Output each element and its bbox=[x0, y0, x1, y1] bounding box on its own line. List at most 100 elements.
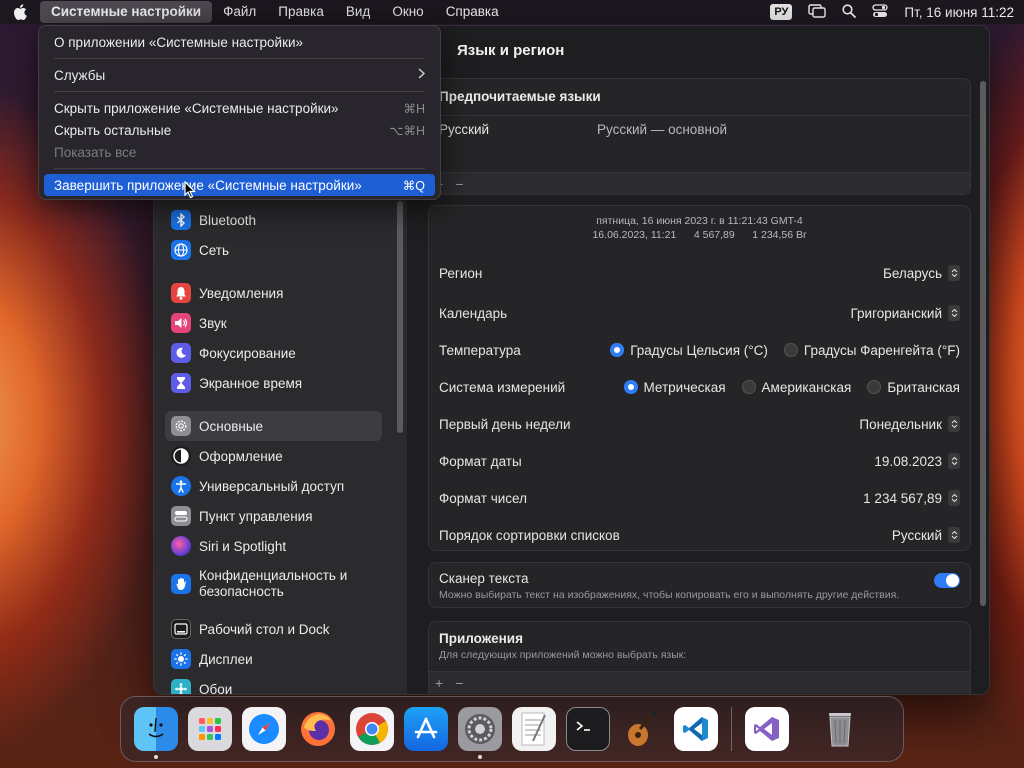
menu-hide-others-label: Скрыть остальные bbox=[54, 122, 172, 138]
terminal-icon[interactable] bbox=[566, 707, 610, 751]
sidebar-item-notifications[interactable]: Уведомления bbox=[165, 278, 382, 308]
menu-edit[interactable]: Правка bbox=[267, 1, 335, 23]
menu-help[interactable]: Справка bbox=[435, 1, 510, 23]
sidebar-item-desktop-dock[interactable]: Рабочий стол и Dock bbox=[165, 614, 382, 644]
sidebar-item-label: Обои bbox=[199, 681, 233, 695]
sidebar-item-displays[interactable]: Дисплеи bbox=[165, 644, 382, 674]
appearance-icon bbox=[171, 446, 191, 466]
chrome-icon[interactable] bbox=[350, 707, 394, 751]
apple-menu-icon[interactable] bbox=[0, 0, 40, 24]
control-center-icon[interactable] bbox=[872, 3, 889, 21]
app-store-icon[interactable] bbox=[404, 707, 448, 751]
sidebar-item-label: Фокусирование bbox=[199, 345, 296, 361]
region-row: Регион Беларусь bbox=[439, 260, 960, 286]
sidebar-item-label: Экранное время bbox=[199, 375, 303, 391]
temperature-celsius-radio[interactable]: Градусы Цельсия (°C) bbox=[610, 343, 768, 358]
sidebar-item-wallpaper[interactable]: Обои bbox=[165, 674, 382, 695]
radio-unselected bbox=[741, 380, 756, 394]
preferred-languages-group: Предпочитаемые языки Русский Русский — о… bbox=[428, 78, 971, 195]
measurement-us-radio[interactable]: Американская bbox=[741, 380, 851, 395]
menu-separator bbox=[54, 91, 425, 92]
textedit-icon[interactable] bbox=[512, 707, 556, 751]
safari-icon[interactable] bbox=[242, 707, 286, 751]
globe-icon bbox=[171, 240, 191, 260]
gear-icon bbox=[171, 416, 191, 436]
sidebar-scrollbar[interactable] bbox=[397, 201, 403, 433]
remove-language-button[interactable]: − bbox=[455, 176, 463, 192]
sidebar-item-focus[interactable]: Фокусирование bbox=[165, 338, 382, 368]
moon-icon bbox=[171, 343, 191, 363]
sidebar-item-control-center[interactable]: Пункт управления bbox=[165, 501, 382, 531]
trash-icon[interactable] bbox=[818, 707, 862, 751]
number-format-popup[interactable]: 1 234 567,89 bbox=[863, 490, 960, 506]
temperature-fahrenheit-radio[interactable]: Градусы Фаренгейта (°F) bbox=[783, 343, 960, 358]
measurement-metric-radio[interactable]: Метрическая bbox=[623, 379, 726, 395]
siri-icon bbox=[171, 536, 191, 556]
format-preview-line-2: 16.06.2023, 11:21 4 567,89 1 234,56 Br bbox=[592, 229, 807, 241]
measurement-uk-radio[interactable]: Британская bbox=[867, 380, 960, 395]
first-day-popup[interactable]: Понедельник bbox=[859, 416, 960, 432]
menu-about-item[interactable]: О приложении «Системные настройки» bbox=[44, 31, 435, 53]
menu-hide-others-shortcut: ⌥⌘H bbox=[389, 123, 425, 138]
input-source-badge[interactable]: РУ bbox=[770, 4, 793, 20]
measurement-metric-label: Метрическая bbox=[643, 379, 726, 395]
menu-bar: Системные настройки Файл Правка Вид Окно… bbox=[0, 0, 1024, 24]
language-row[interactable]: Русский Русский — основной bbox=[439, 116, 960, 142]
language-add-remove-bar: + − bbox=[429, 172, 970, 194]
system-settings-icon[interactable] bbox=[458, 707, 502, 759]
language-detail: Русский — основной bbox=[597, 121, 727, 137]
sidebar-item-general[interactable]: Основные bbox=[165, 411, 382, 441]
calendar-value: Григорианский bbox=[850, 305, 943, 321]
sidebar-item-accessibility[interactable]: Универсальный доступ bbox=[165, 471, 382, 501]
language-name: Русский bbox=[439, 121, 490, 137]
sidebar-item-network[interactable]: Сеть bbox=[165, 235, 382, 265]
menu-app-name[interactable]: Системные настройки bbox=[40, 1, 213, 23]
vscode-icon[interactable] bbox=[674, 707, 718, 751]
add-app-button[interactable]: + bbox=[435, 675, 443, 691]
sort-order-row: Порядок сортировки списков Русский bbox=[439, 522, 960, 548]
running-indicator bbox=[154, 755, 158, 759]
sidebar-item-label: Универсальный доступ bbox=[199, 478, 345, 494]
sidebar-item-sound[interactable]: Звук bbox=[165, 308, 382, 338]
sidebar-item-siri-spotlight[interactable]: Siri и Spotlight bbox=[165, 531, 382, 561]
menu-hide-item[interactable]: Скрыть приложение «Системные настройки» … bbox=[44, 97, 435, 119]
firefox-icon[interactable] bbox=[296, 707, 340, 751]
preferred-languages-title: Предпочитаемые языки bbox=[439, 89, 601, 104]
number-format-label: Формат чисел bbox=[439, 490, 527, 506]
sidebar-item-label: Сеть bbox=[199, 242, 230, 258]
menu-services-item[interactable]: Службы bbox=[44, 64, 435, 86]
hand-icon bbox=[171, 574, 191, 594]
screen-mirroring-icon[interactable] bbox=[808, 3, 827, 21]
sort-order-popup[interactable]: Русский bbox=[892, 527, 960, 543]
dock-separator bbox=[731, 707, 732, 751]
live-text-toggle[interactable] bbox=[934, 573, 960, 588]
content-scrollbar[interactable] bbox=[980, 81, 986, 606]
menu-quit-item[interactable]: Завершить приложение «Системные настройк… bbox=[44, 174, 435, 196]
launchpad-icon[interactable] bbox=[188, 707, 232, 751]
calendar-label: Календарь bbox=[439, 305, 508, 321]
sidebar-item-bluetooth[interactable]: Bluetooth bbox=[165, 205, 382, 235]
sidebar-item-privacy-security[interactable]: Конфиденциальность и безопасность bbox=[165, 564, 382, 604]
finder-icon[interactable] bbox=[134, 707, 178, 759]
garageband-icon[interactable] bbox=[620, 707, 664, 751]
calendar-row: Календарь Григорианский bbox=[439, 300, 960, 326]
remove-app-button[interactable]: − bbox=[455, 675, 463, 691]
running-indicator bbox=[478, 755, 482, 759]
radio-unselected bbox=[783, 343, 798, 357]
sidebar-item-appearance[interactable]: Оформление bbox=[165, 441, 382, 471]
date-format-popup[interactable]: 19.08.2023 bbox=[874, 453, 960, 469]
calendar-popup[interactable]: Григорианский bbox=[850, 305, 960, 321]
region-popup[interactable]: Беларусь bbox=[883, 265, 960, 281]
visual-studio-icon[interactable] bbox=[745, 707, 789, 751]
menu-view[interactable]: Вид bbox=[335, 1, 381, 23]
sidebar-item-label: Bluetooth bbox=[199, 212, 257, 228]
menu-window[interactable]: Окно bbox=[381, 1, 434, 23]
menu-clock[interactable]: Пт, 16 июня 11:22 bbox=[904, 5, 1014, 20]
spotlight-search-icon[interactable] bbox=[842, 3, 857, 21]
sidebar-item-label: Рабочий стол и Dock bbox=[199, 621, 330, 637]
first-day-value: Понедельник bbox=[859, 416, 942, 432]
number-format-row: Формат чисел 1 234 567,89 bbox=[439, 485, 960, 511]
sidebar-item-screen-time[interactable]: Экранное время bbox=[165, 368, 382, 398]
menu-file[interactable]: Файл bbox=[212, 1, 267, 23]
menu-hide-others-item[interactable]: Скрыть остальные ⌥⌘H bbox=[44, 119, 435, 141]
